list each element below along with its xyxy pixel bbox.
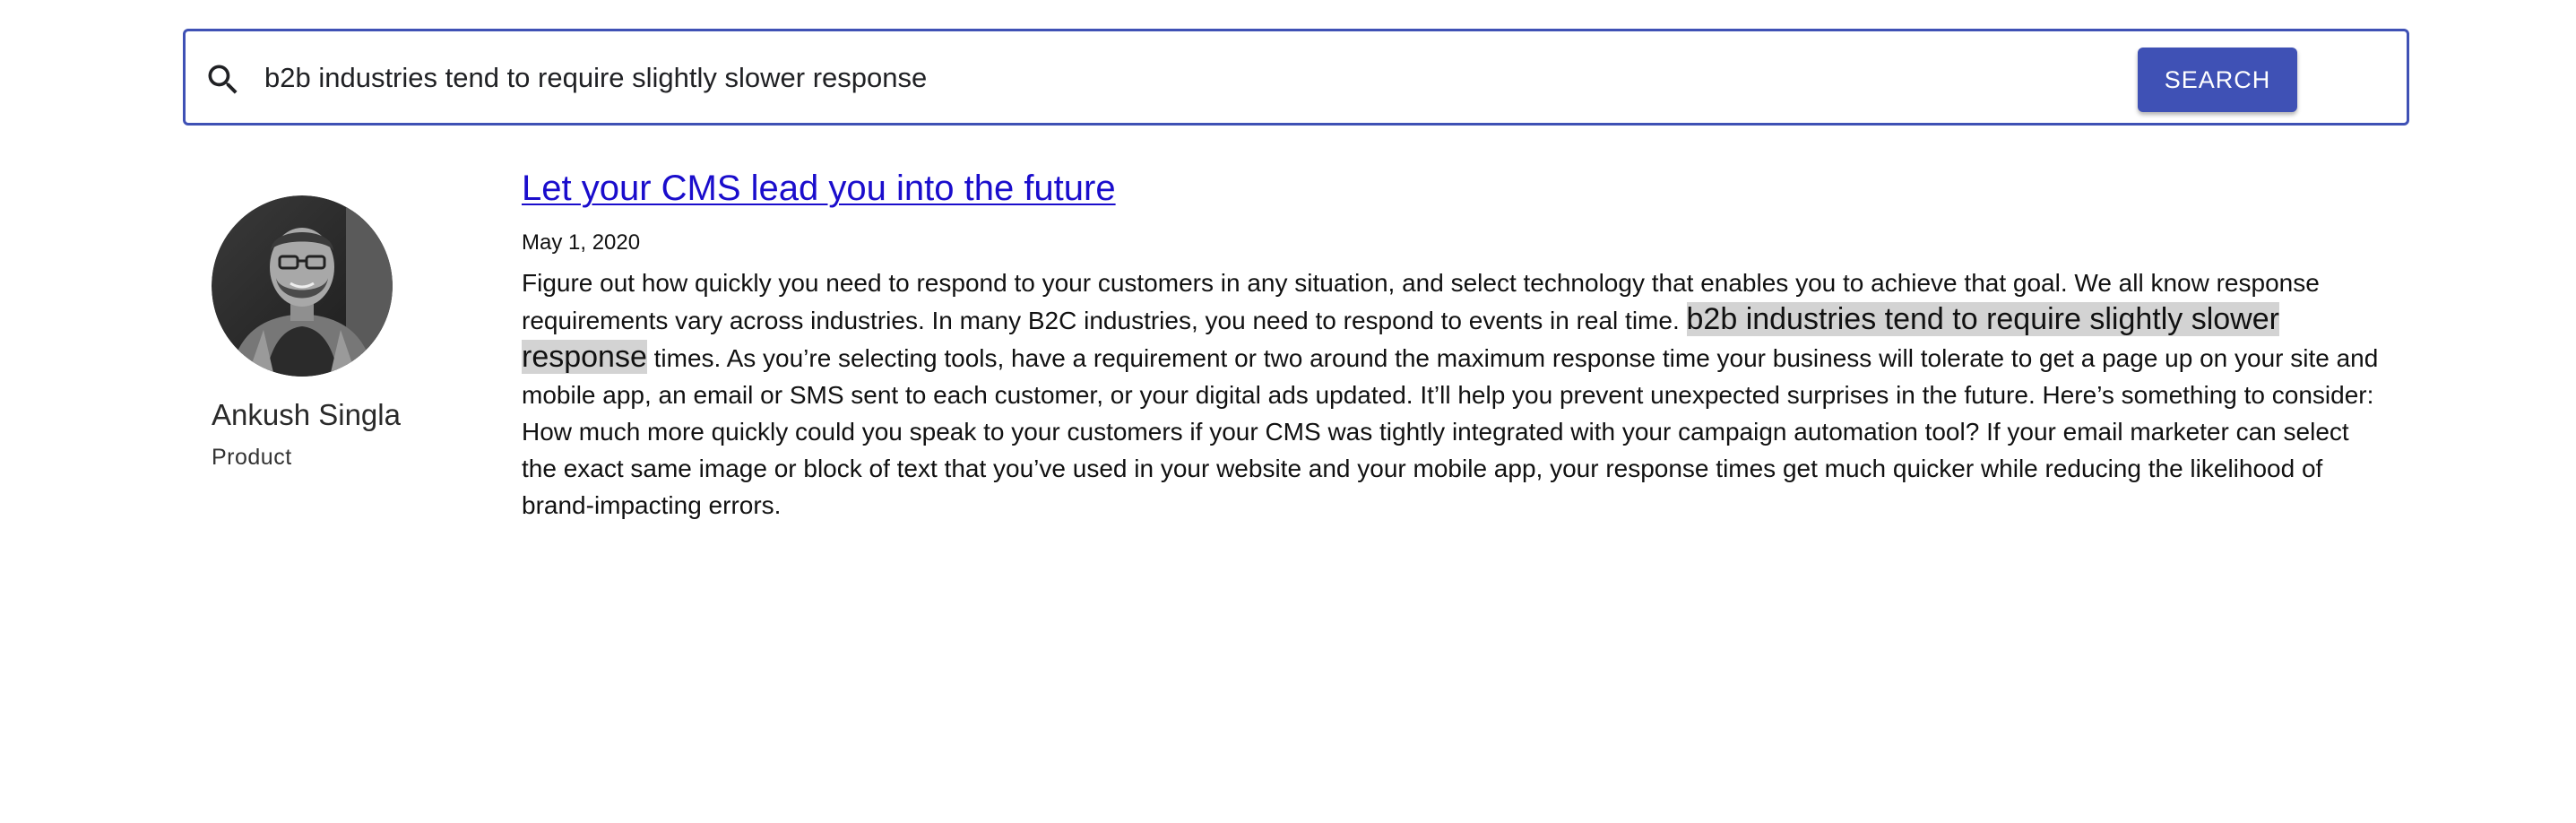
search-button[interactable]: SEARCH bbox=[2138, 48, 2297, 112]
avatar bbox=[212, 195, 393, 377]
search-icon bbox=[208, 65, 238, 94]
search-box: SEARCH bbox=[183, 29, 2409, 126]
result-date: May 1, 2020 bbox=[522, 230, 641, 255]
snippet-text-after: times. As you’re selecting tools, have a… bbox=[522, 344, 2379, 519]
result-title-link[interactable]: Let your CMS lead you into the future bbox=[522, 169, 1116, 209]
page: SEARCH bbox=[0, 0, 2576, 823]
author-card: Ankush Singla Product bbox=[212, 195, 480, 471]
search-input[interactable] bbox=[264, 51, 2111, 105]
search-result: Let your CMS lead you into the future Ma… bbox=[522, 169, 2386, 524]
result-snippet: Figure out how quickly you need to respo… bbox=[522, 264, 2386, 524]
author-role: Product bbox=[212, 445, 292, 470]
author-name: Ankush Singla bbox=[212, 398, 401, 431]
